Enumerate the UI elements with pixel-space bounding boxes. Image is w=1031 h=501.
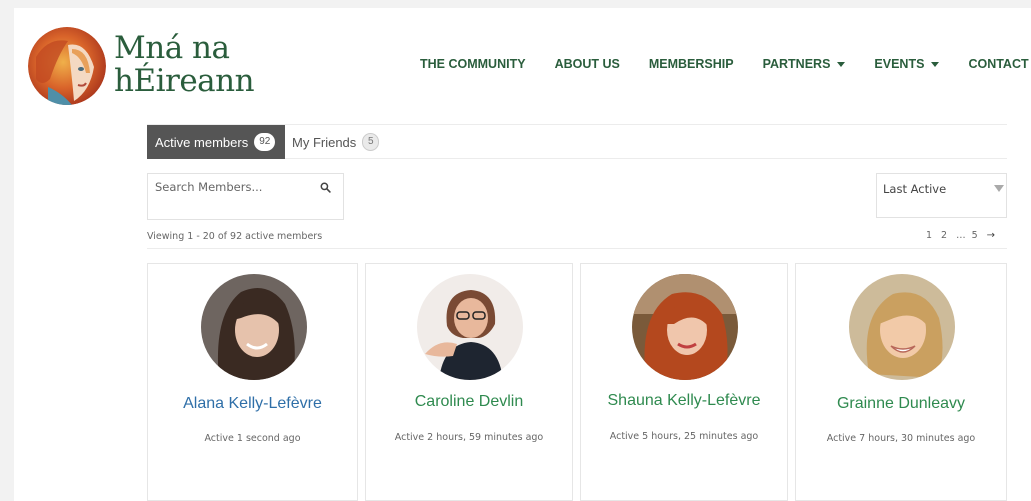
tab-my-friends[interactable]: My Friends 5: [292, 125, 380, 159]
search-icon[interactable]: [320, 182, 331, 193]
nav-label: EVENTS: [874, 57, 925, 71]
tab-label: My Friends: [292, 134, 357, 150]
member-name[interactable]: Grainne Dunleavy: [796, 395, 1006, 413]
member-name[interactable]: Alana Kelly-Lefèvre: [148, 395, 357, 413]
member-name[interactable]: Shauna Kelly-Lefèvre: [581, 392, 787, 410]
page: Mná na hÉireann THE COMMUNITY ABOUT US M…: [14, 8, 1031, 501]
nav-label: PARTNERS: [762, 57, 831, 71]
nav-item-about[interactable]: ABOUT US: [555, 57, 620, 71]
logo-avatar[interactable]: [28, 27, 106, 105]
sort-select[interactable]: Last Active: [876, 173, 1007, 218]
count-badge: 92: [254, 133, 276, 151]
site-title-line1: Mná na: [114, 30, 230, 66]
search-box: [147, 173, 344, 220]
pagination: 1 2 … 5 →: [926, 230, 995, 241]
avatar[interactable]: [417, 274, 523, 380]
search-input[interactable]: [155, 180, 315, 194]
divider: [147, 248, 1007, 249]
member-card: Caroline Devlin Active 2 hours, 59 minut…: [365, 263, 573, 501]
nav-label: CONTACT: [968, 57, 1029, 71]
avatar[interactable]: [201, 274, 307, 380]
member-last-active: Active 5 hours, 25 minutes ago: [609, 431, 759, 442]
nav-item-membership[interactable]: MEMBERSHIP: [649, 57, 734, 71]
main-nav: THE COMMUNITY ABOUT US MEMBERSHIP PARTNE…: [420, 57, 1031, 71]
member-name[interactable]: Caroline Devlin: [366, 393, 572, 411]
chevron-down-icon: [994, 185, 1004, 192]
chevron-down-icon: [931, 61, 940, 67]
tab-label: Active members: [155, 134, 249, 150]
nav-item-partners[interactable]: PARTNERS: [763, 57, 846, 71]
page-ellipsis: …: [956, 230, 966, 241]
member-card: Alana Kelly-Lefèvre Active 1 second ago: [147, 263, 358, 501]
nav-label: THE COMMUNITY: [420, 57, 526, 71]
nav-item-contact[interactable]: CONTACT: [968, 57, 1028, 71]
nav-item-events[interactable]: EVENTS: [874, 57, 940, 71]
site-title-line2: hÉireann: [114, 63, 255, 99]
tab-active-members[interactable]: Active members 92: [147, 125, 285, 159]
results-count: Viewing 1 - 20 of 92 active members: [147, 231, 323, 242]
next-page-icon[interactable]: →: [987, 230, 995, 241]
nav-item-community[interactable]: THE COMMUNITY: [420, 57, 526, 71]
avatar[interactable]: [849, 274, 955, 380]
chevron-down-icon: [837, 61, 846, 67]
member-last-active: Active 7 hours, 30 minutes ago: [826, 433, 976, 444]
nav-label: MEMBERSHIP: [648, 57, 734, 71]
avatar[interactable]: [632, 274, 738, 380]
count-badge: 5: [362, 133, 380, 151]
page-link-5[interactable]: 5: [972, 230, 978, 241]
member-tabs: Active members 92 My Friends 5: [147, 124, 1007, 159]
member-last-active: Active 1 second ago: [204, 433, 301, 444]
page-link-2[interactable]: 2: [941, 230, 947, 241]
member-card: Shauna Kelly-Lefèvre Active 5 hours, 25 …: [580, 263, 788, 501]
sort-selected-value: Last Active: [883, 182, 947, 196]
member-last-active: Active 2 hours, 59 minutes ago: [394, 432, 544, 443]
member-card: Grainne Dunleavy Active 7 hours, 30 minu…: [795, 263, 1007, 501]
site-title[interactable]: Mná na hÉireann: [114, 30, 255, 99]
nav-label: ABOUT US: [554, 57, 620, 71]
page-link-1[interactable]: 1: [926, 230, 932, 241]
